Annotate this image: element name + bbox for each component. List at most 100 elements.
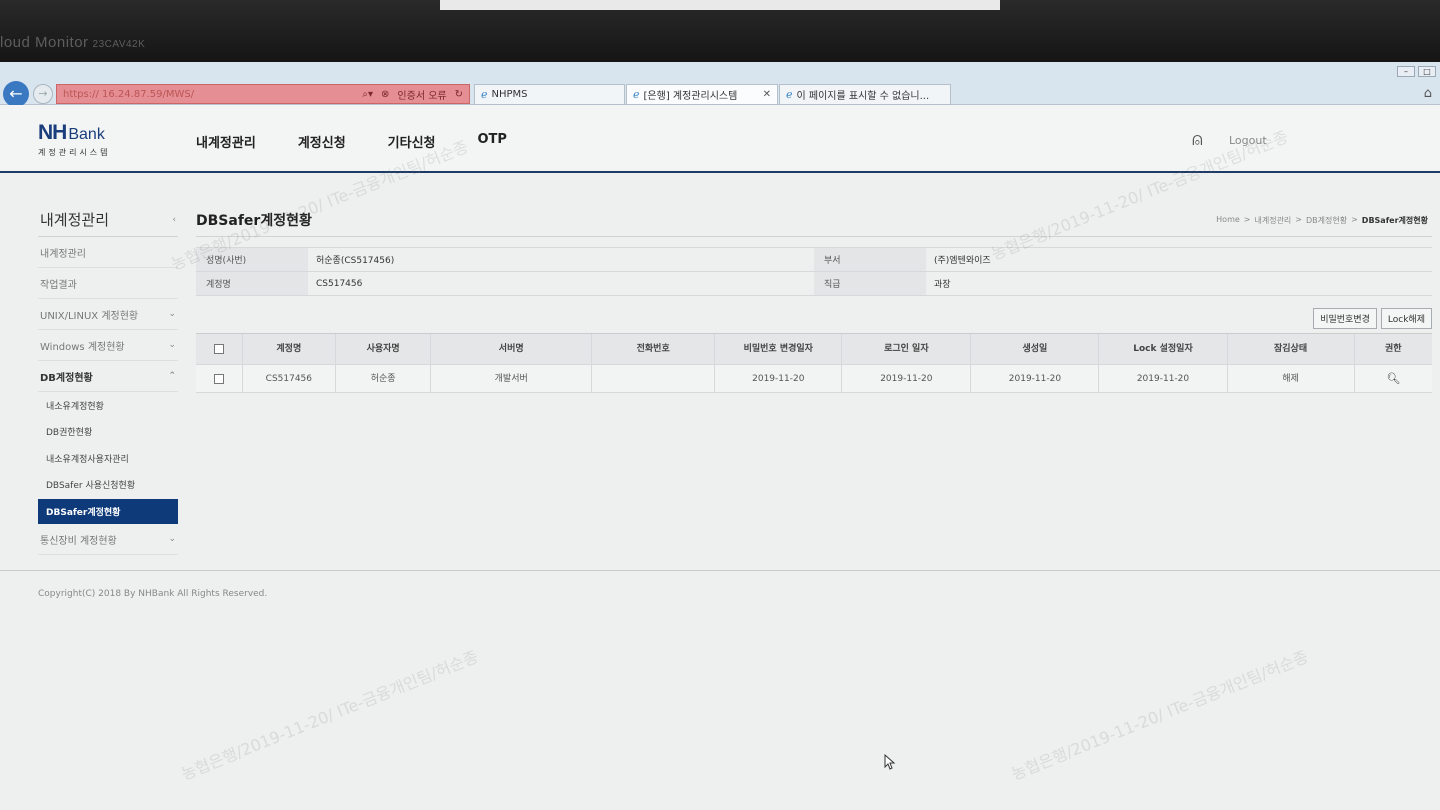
unlock-button[interactable]: Lock해제 xyxy=(1380,308,1432,329)
cell-permission: 🔍︎ xyxy=(1355,365,1432,392)
monitor-bezel: loud Monitor 23CAV42K xyxy=(0,0,1440,62)
address-url: https:// 16.24.87.59/MWS/ xyxy=(63,89,362,100)
breadcrumb-sep: > xyxy=(1243,215,1251,224)
cert-error-label[interactable]: 인증서 오류 xyxy=(397,87,446,102)
footer-divider xyxy=(0,570,1440,571)
lnb-sub-dbsafer-request[interactable]: DBSafer 사용신청현황 xyxy=(38,472,178,499)
col-phone: 전화번호 xyxy=(592,334,716,364)
nh-bank-logo[interactable]: NH Bank 계정관리시스템 xyxy=(38,121,111,158)
site-header: NH Bank 계정관리시스템 내계정관리 계정신청 기타신청 OTP ⍝ Log… xyxy=(0,105,1440,173)
global-nav: 내계정관리 계정신청 기타신청 OTP xyxy=(196,132,507,151)
info-row: 계정명 CS517456 직급 과장 xyxy=(196,272,1432,296)
tab-page-error[interactable]: ℯ이 페이지를 표시할 수 없습니... xyxy=(779,84,951,105)
account-grid: 계정명 사용자명 서버명 전화번호 비밀번호 변경일자 로그인 일자 생성일 L… xyxy=(196,333,1432,393)
url-path: /MWS/ xyxy=(162,88,195,100)
breadcrumb: Home > 내계정관리 > DB계정현황 > DBSafer계정현황 xyxy=(1216,215,1428,226)
copyright-text: Copyright(C) 2018 By NHBank All Rights R… xyxy=(38,589,268,599)
change-password-button[interactable]: 비밀번호변경 xyxy=(1313,308,1377,329)
cell-lock-state: 해제 xyxy=(1228,365,1355,392)
dept-label: 부서 xyxy=(814,248,926,271)
gnb-otp[interactable]: OTP xyxy=(478,132,507,151)
forward-arrow-icon[interactable]: → xyxy=(33,84,53,104)
gnb-account-request[interactable]: 계정신청 xyxy=(298,132,346,151)
breadcrumb-sep: > xyxy=(1295,215,1302,224)
col-permission: 권한 xyxy=(1385,344,1402,354)
screen: – □ ← → https:// 16.24.87.59/MWS/ ⌕▾ ⊗ 인… xyxy=(0,62,1440,810)
logo-nh: NH xyxy=(38,121,67,144)
back-arrow-icon[interactable]: ← xyxy=(3,81,29,107)
select-all-checkbox[interactable] xyxy=(213,344,224,354)
lnb-item-label: 작업결과 xyxy=(40,279,77,291)
breadcrumb-home[interactable]: Home xyxy=(1216,215,1240,226)
lnb-item-label: 통신장비 계정현황 xyxy=(40,535,117,547)
user-icon: ⍝ xyxy=(1192,129,1203,150)
tab-label: 이 페이지를 표시할 수 없습니... xyxy=(796,91,930,102)
refresh-icon[interactable]: ↻ xyxy=(455,89,463,100)
cell-pw-changed: 2019-11-20 xyxy=(715,365,843,392)
cell-account: CS517456 xyxy=(243,365,336,392)
chevron-up-icon: ⌃ xyxy=(168,371,176,381)
row-checkbox[interactable] xyxy=(213,373,224,384)
tab-label: [은행] 계정관리시스템 xyxy=(643,91,738,102)
dept-value: (주)엠텐와이즈 xyxy=(934,256,991,266)
lnb-item-my-account[interactable]: 내계정관리 xyxy=(38,237,178,268)
grid-header: 계정명 사용자명 서버명 전화번호 비밀번호 변경일자 로그인 일자 생성일 L… xyxy=(196,334,1432,365)
window-controls: – □ xyxy=(1397,66,1436,77)
address-bar[interactable]: https:// 16.24.87.59/MWS/ ⌕▾ ⊗ 인증서 오류 ↻ xyxy=(56,84,470,104)
gnb-my-account[interactable]: 내계정관리 xyxy=(196,132,256,151)
lnb-item-network[interactable]: 통신장비 계정현황 ⌄ xyxy=(38,524,178,555)
lnb-item-job-result[interactable]: 작업결과 xyxy=(38,268,178,299)
row-select-cell xyxy=(196,365,243,392)
watermark: 농협은행/2019-11-20/ ITe-금융개인팀/허순종 xyxy=(178,646,481,784)
col-created: 생성일 xyxy=(971,334,1100,364)
col-account: 계정명 xyxy=(243,334,336,364)
lnb-sub-db-permission[interactable]: DB권한현황 xyxy=(38,419,178,446)
lnb-sub-owned[interactable]: 내소유계정현황 xyxy=(38,392,178,419)
rank-value: 과장 xyxy=(934,280,951,290)
ie-icon: ℯ xyxy=(786,88,793,101)
chevron-left-icon[interactable]: ‹ xyxy=(172,215,176,225)
col-lock-date: Lock 설정일자 xyxy=(1099,334,1228,364)
breadcrumb-my-account[interactable]: 내계정관리 xyxy=(1254,215,1291,226)
col-user: 사용자명 xyxy=(336,334,432,364)
lnb-title: 내계정관리 ‹ xyxy=(38,203,178,237)
search-icon[interactable]: ⌕▾ xyxy=(362,89,373,100)
cell-login: 2019-11-20 xyxy=(842,365,972,392)
logout-link[interactable]: Logout xyxy=(1229,134,1267,147)
cell-created: 2019-11-20 xyxy=(971,365,1100,392)
maximize-button[interactable]: □ xyxy=(1418,66,1436,77)
gnb-other-request[interactable]: 기타신청 xyxy=(388,132,436,151)
logo-subtitle: 계정관리시스템 xyxy=(38,148,111,157)
col-pw-changed: 비밀번호 변경일자 xyxy=(715,334,843,364)
ie-icon: ℯ xyxy=(481,88,488,101)
magnifier-icon[interactable]: 🔍︎ xyxy=(1386,372,1400,385)
address-actions: ⌕▾ ⊗ 인증서 오류 ↻ xyxy=(362,87,463,102)
watermark: 농협은행/2019-11-20/ ITe-금융개인팀/허순종 xyxy=(1008,646,1311,784)
lnb-item-db[interactable]: DB계정현황 ⌃ xyxy=(38,361,178,392)
left-nav: 내계정관리 ‹ 내계정관리 작업결과 UNIX/LINUX 계정현황 ⌄ Windo… xyxy=(38,203,178,555)
breadcrumb-db[interactable]: DB계정현황 xyxy=(1306,215,1347,226)
action-buttons: 비밀번호변경 Lock해제 xyxy=(196,308,1432,329)
mouse-cursor-icon xyxy=(884,754,896,770)
paper-sheet xyxy=(440,0,1000,10)
close-icon[interactable]: ✕ xyxy=(763,89,771,100)
cell-lock-date: 2019-11-20 xyxy=(1099,365,1228,392)
monitor-model: 23CAV42K xyxy=(92,39,146,50)
name-value: 허순종(CS517456) xyxy=(316,256,395,266)
lnb-sub-owned-user-mgmt[interactable]: 내소유계정사용자관리 xyxy=(38,445,178,472)
lnb-item-windows[interactable]: Windows 계정현황 ⌄ xyxy=(38,330,178,361)
lnb-item-unix[interactable]: UNIX/LINUX 계정현황 ⌄ xyxy=(38,299,178,330)
tab-nhpms[interactable]: ℯ NHPMS xyxy=(474,84,625,105)
home-icon[interactable]: ⌂ xyxy=(1424,86,1432,101)
minimize-button[interactable]: – xyxy=(1397,66,1415,77)
lnb-item-label: 내계정관리 xyxy=(40,248,86,260)
lnb-item-label: Windows 계정현황 xyxy=(40,341,125,353)
breadcrumb-sep: > xyxy=(1351,215,1358,224)
table-row[interactable]: CS517456 허순종 개발서버 2019-11-20 2019-11-20 … xyxy=(196,365,1432,393)
breadcrumb-current: DBSafer계정현황 xyxy=(1361,216,1428,225)
logo-bank: Bank xyxy=(68,126,105,143)
tab-account-system[interactable]: ℯ [은행] 계정관리시스템 ✕ xyxy=(626,84,778,105)
lnb-sub-dbsafer-account[interactable]: DBSafer계정현황 xyxy=(38,499,178,524)
col-lock-state: 잠김상태 xyxy=(1228,334,1355,364)
cert-error-icon[interactable]: ⊗ xyxy=(381,89,389,100)
